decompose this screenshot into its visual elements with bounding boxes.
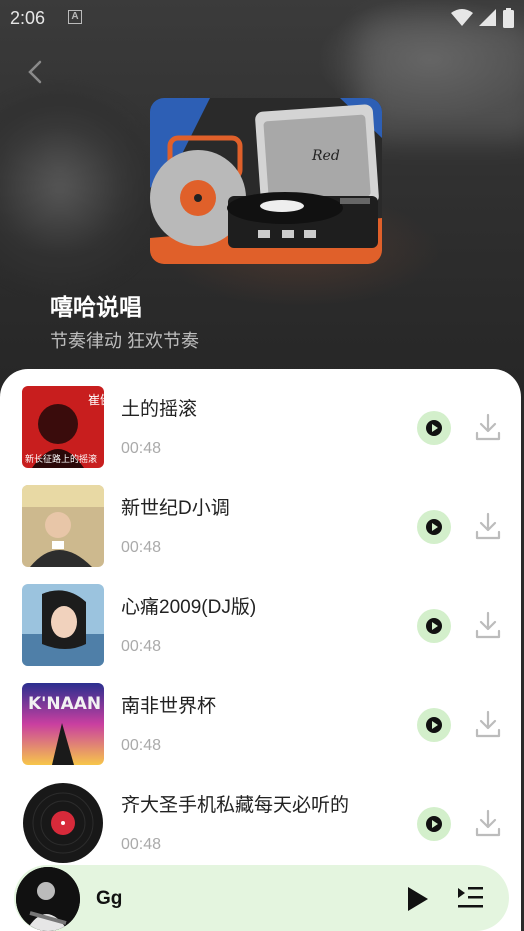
song-duration: 00:48: [121, 638, 162, 655]
song-cover-text: K'NAAN: [28, 694, 101, 714]
wifi-icon: [451, 9, 473, 26]
play-circle-icon: [426, 420, 442, 436]
song-title: 齐大圣手机私藏每天必听的: [121, 795, 350, 816]
playlist-queue-icon[interactable]: [455, 884, 485, 912]
play-icon[interactable]: [404, 884, 432, 914]
chevron-left-icon[interactable]: [22, 58, 50, 86]
song-play-button[interactable]: [417, 708, 451, 742]
playlist-subtitle: 节奏律动 狂欢节奏: [50, 331, 200, 351]
song-cover: K'NAAN: [22, 683, 104, 765]
song-row[interactable]: 崔健 新长征路上的摇滚 土的摇滚 00:48: [0, 369, 521, 468]
notification-indicator: A: [68, 10, 82, 24]
status-icons: [451, 8, 514, 28]
song-cover: 崔健 新长征路上的摇滚: [22, 386, 104, 468]
download-icon[interactable]: [475, 809, 501, 837]
song-title: 心痛2009(DJ版): [121, 597, 257, 618]
song-play-button[interactable]: [417, 411, 451, 445]
song-title: 土的摇滚: [121, 399, 198, 420]
song-title: 新世纪D小调: [121, 498, 230, 519]
download-icon[interactable]: [475, 611, 501, 639]
song-play-button[interactable]: [417, 510, 451, 544]
song-row[interactable]: 齐大圣手机私藏每天必听的 00:48: [0, 765, 521, 864]
song-row[interactable]: 新世纪D小调 00:48: [0, 468, 521, 567]
song-row[interactable]: K'NAAN 南非世界杯 00:48: [0, 666, 521, 765]
cover-text: Red: [311, 148, 340, 164]
song-duration: 00:48: [121, 737, 162, 754]
play-circle-icon: [426, 618, 442, 634]
play-circle-icon: [426, 816, 442, 832]
battery-icon: [503, 8, 514, 28]
song-duration: 00:48: [121, 440, 162, 457]
play-circle-icon: [426, 519, 442, 535]
mini-player[interactable]: Gg: [14, 865, 509, 931]
play-circle-icon: [426, 717, 442, 733]
status-time: 2:06: [10, 8, 46, 28]
song-play-button[interactable]: [417, 609, 451, 643]
song-cover: [22, 485, 104, 567]
mini-player-cover: [16, 867, 80, 931]
song-cover-text: 崔健: [88, 393, 104, 407]
mini-player-title: Gg: [96, 888, 123, 909]
song-duration: 00:48: [121, 836, 162, 853]
signal-icon: [479, 9, 496, 26]
song-cover: [22, 782, 104, 864]
download-icon[interactable]: [475, 512, 501, 540]
song-cover: [22, 584, 104, 666]
song-play-button[interactable]: [417, 807, 451, 841]
song-title: 南非世界杯: [121, 696, 217, 717]
song-duration: 00:48: [121, 539, 162, 556]
playlist-cover: Red: [150, 98, 382, 264]
download-icon[interactable]: [475, 413, 501, 441]
song-cover-caption: 新长征路上的摇滚: [25, 453, 97, 465]
song-list: 崔健 新长征路上的摇滚 土的摇滚 00:48 新世纪D小调 00:48: [0, 369, 521, 931]
playlist-title: 嘻哈说唱: [50, 294, 142, 320]
song-row[interactable]: 心痛2009(DJ版) 00:48: [0, 567, 521, 666]
status-bar: 2:06 A: [0, 0, 524, 36]
download-icon[interactable]: [475, 710, 501, 738]
